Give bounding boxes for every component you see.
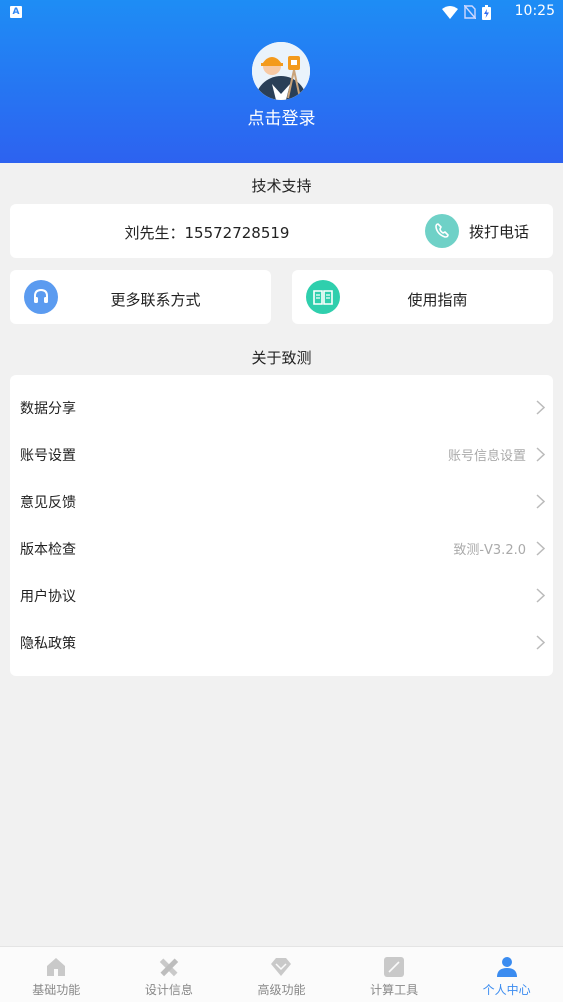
avatar[interactable] [252, 42, 310, 100]
menu-item-label: 账号设置 [20, 448, 76, 464]
user-guide-button[interactable]: 使用指南 [292, 270, 553, 324]
nav-label: 个人中心 [482, 983, 531, 997]
menu-item-feedback[interactable]: 意见反馈 [10, 478, 554, 525]
status-icons [442, 4, 491, 20]
call-button-label: 拨打电话 [468, 222, 529, 241]
menu-item-label: 用户协议 [20, 589, 76, 605]
menu-item-label: 隐私政策 [20, 636, 76, 652]
nav-label: 设计信息 [144, 983, 193, 997]
battery-charging-icon [482, 4, 491, 20]
call-button[interactable]: 拨打电话 [424, 214, 529, 248]
chevron-right-icon [536, 635, 545, 650]
tab-personal-center[interactable]: 个人中心 [450, 947, 563, 1002]
tab-calc-tools[interactable]: 计算工具 [338, 947, 451, 1002]
menu-item-version-check[interactable]: 版本检查 致测-V3.2.0 [10, 525, 554, 572]
menu-item-label: 数据分享 [20, 401, 76, 417]
nav-label: 计算工具 [370, 983, 419, 997]
menu-item-label: 版本检查 [20, 542, 76, 558]
surveyor-avatar-icon [252, 42, 310, 100]
about-menu: 数据分享 账号设置 账号信息设置 意见反馈 版本检查 致测-V3.2.0 用户协… [10, 375, 553, 676]
no-sim-icon [464, 5, 476, 19]
contact-card: 刘先生：15572728519 拨打电话 [10, 204, 553, 258]
contact-phone-text: 刘先生：15572728519 [124, 224, 290, 242]
house-icon [47, 958, 66, 976]
login-link[interactable]: 点击登录 [0, 104, 563, 129]
calculator-icon [384, 957, 405, 977]
support-section-title: 技术支持 [251, 177, 312, 195]
user-guide-label: 使用指南 [407, 291, 468, 309]
pencil-ruler-icon [159, 958, 179, 977]
tab-advanced-functions[interactable]: 高级功能 [225, 947, 338, 1002]
bottom-nav: 基础功能 设计信息 高级功能 计算工具 个人中心 [0, 946, 563, 1002]
status-bar: A 10:25 [0, 0, 563, 24]
person-icon [496, 957, 517, 977]
menu-item-privacy-policy[interactable]: 隐私政策 [10, 619, 554, 666]
nav-label: 高级功能 [257, 983, 306, 997]
menu-item-label: 意见反馈 [20, 495, 76, 511]
more-contact-label: 更多联系方式 [110, 291, 201, 309]
chevron-right-icon [536, 447, 545, 462]
status-time: 10:25 [514, 3, 555, 19]
tab-basic-functions[interactable]: 基础功能 [0, 947, 113, 1002]
chevron-right-icon [536, 494, 545, 509]
menu-item-user-agreement[interactable]: 用户协议 [10, 572, 554, 619]
tab-design-info[interactable]: 设计信息 [113, 947, 226, 1002]
menu-item-account-settings[interactable]: 账号设置 账号信息设置 [10, 431, 554, 478]
wifi-icon [442, 5, 458, 19]
more-contact-button[interactable]: 更多联系方式 [10, 270, 271, 324]
profile-header: A 10:25 点击登录 [0, 0, 563, 163]
chevron-right-icon [536, 541, 545, 556]
nav-label: 基础功能 [32, 983, 81, 997]
menu-item-data-share[interactable]: 数据分享 [10, 384, 554, 431]
phone-icon [424, 214, 459, 248]
chevron-right-icon [536, 400, 545, 415]
app-notification-icon: A [10, 6, 22, 18]
menu-item-value: 账号信息设置 [447, 449, 526, 464]
chevron-right-icon [536, 588, 545, 603]
diamond-icon [271, 958, 292, 976]
about-section-title: 关于致测 [251, 349, 312, 367]
menu-item-value: 致测-V3.2.0 [453, 543, 526, 558]
